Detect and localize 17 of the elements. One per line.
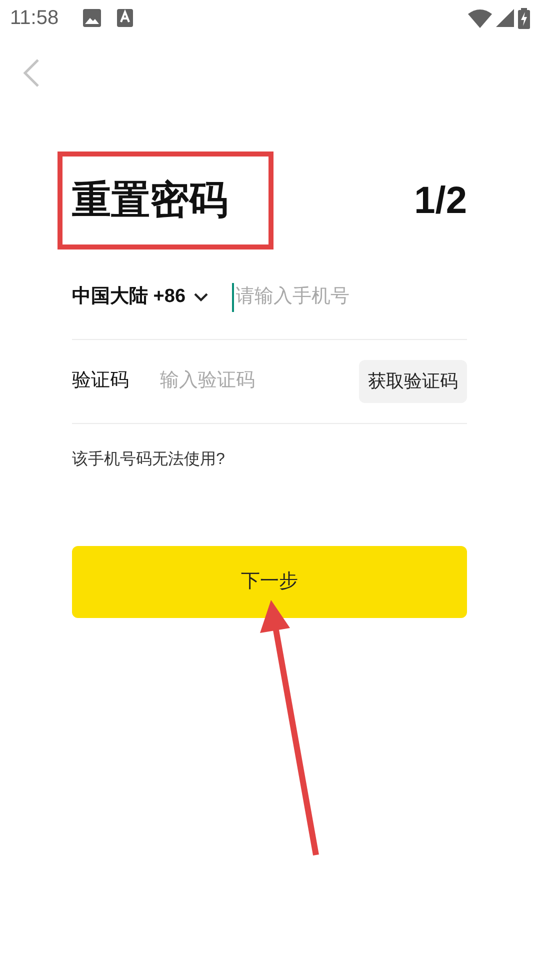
code-input-field[interactable]: 输入验证码 [160, 367, 359, 396]
keyboard-text-icon [116, 9, 133, 27]
region-code-selector[interactable]: 中国大陆 +86 [72, 283, 208, 312]
phone-input-field[interactable]: 请输入手机号 [232, 283, 467, 312]
next-button[interactable]: 下一步 [72, 546, 467, 618]
caret-icon [194, 293, 208, 302]
wifi-icon [468, 8, 492, 28]
image-icon [82, 9, 101, 27]
signal-icon [496, 9, 514, 27]
status-time: 11:58 [10, 6, 59, 31]
page-title: 重置密码 [72, 178, 228, 224]
battery-charging-icon [518, 8, 530, 28]
get-code-button[interactable]: 获取验证码 [359, 360, 467, 403]
help-link[interactable]: 该手机号码无法使用? [72, 451, 225, 468]
code-label: 验证码 [72, 369, 130, 394]
back-icon[interactable] [22, 58, 40, 88]
step-indicator: 1/2 [414, 178, 467, 224]
